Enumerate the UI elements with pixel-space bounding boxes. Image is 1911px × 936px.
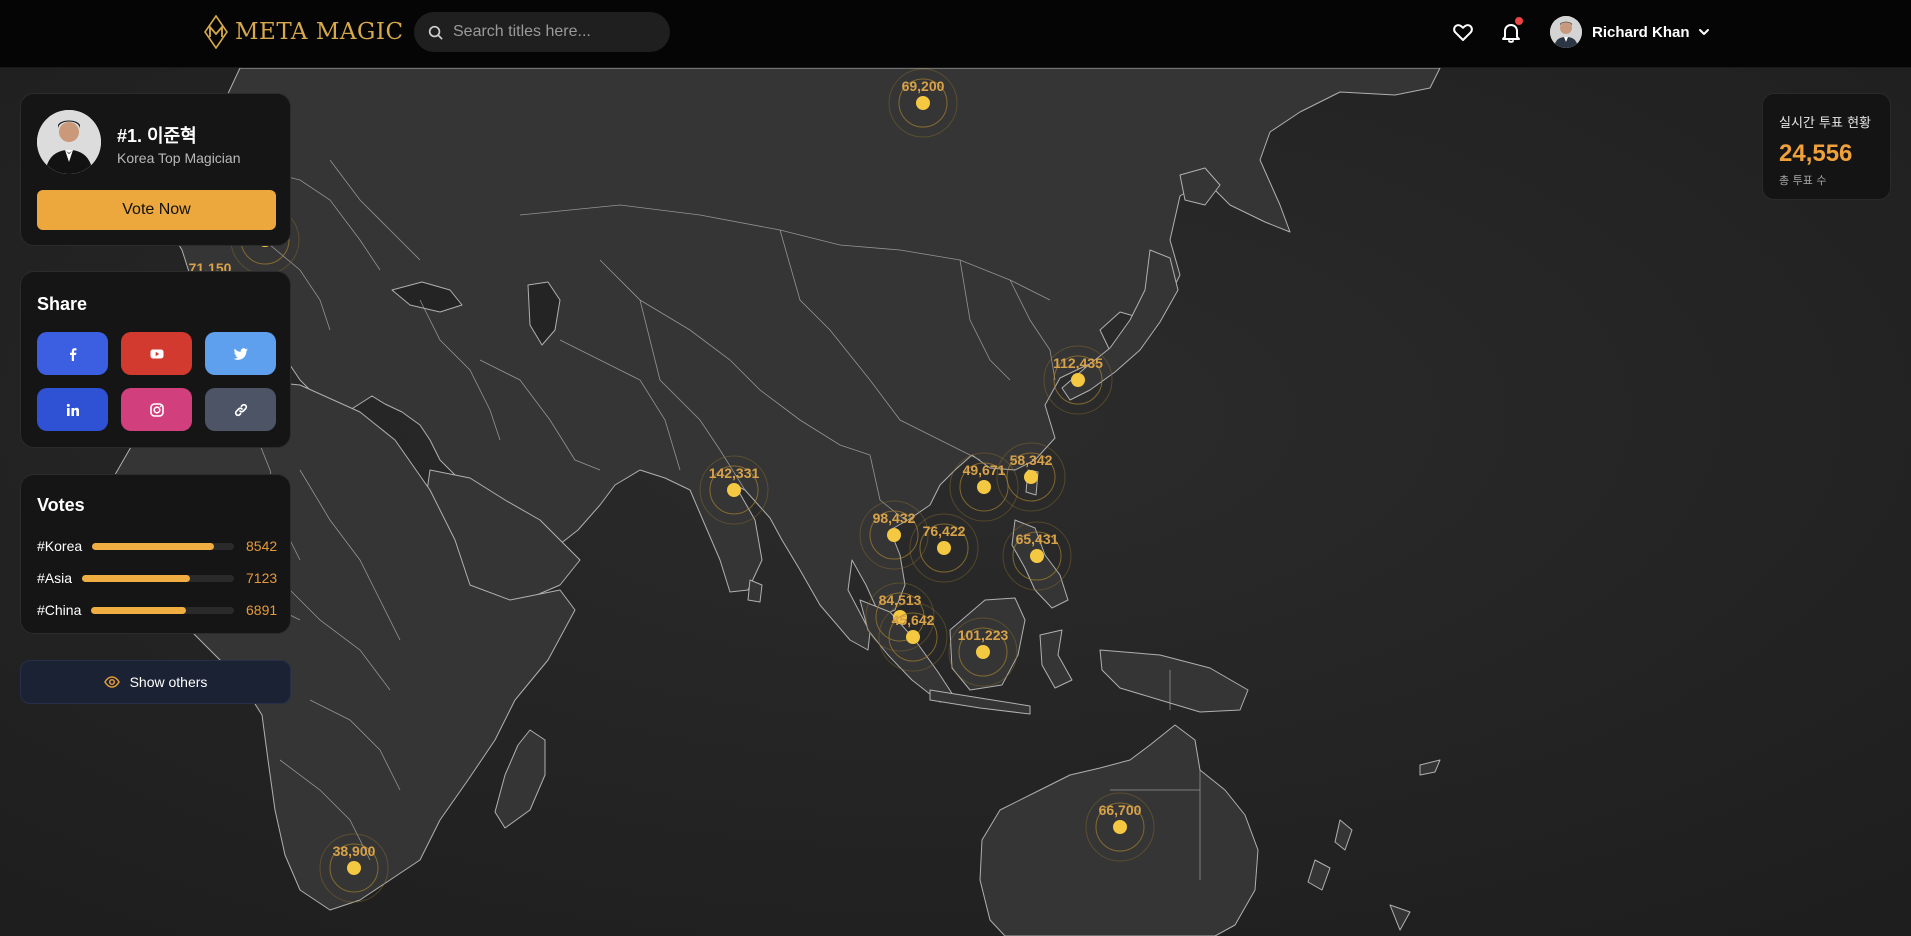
- vote-progress-track: [91, 606, 234, 614]
- marker-taiwan[interactable]: 58,342: [996, 442, 1066, 512]
- vote-tag: #China: [37, 602, 82, 618]
- magician-photo-icon: [37, 110, 101, 174]
- show-others-button[interactable]: Show others: [20, 660, 291, 704]
- eye-icon: [103, 676, 120, 688]
- svg-text:65,431: 65,431: [1016, 531, 1059, 547]
- user-menu[interactable]: Richard Khan: [1550, 14, 1710, 50]
- vote-row-asia: #Asia 7123: [37, 569, 278, 587]
- logo-emblem-icon: [204, 15, 228, 49]
- share-linkedin-button[interactable]: [37, 388, 108, 431]
- vote-row-korea: #Korea 8542: [37, 537, 278, 555]
- total-votes-caption: 총 투표 수: [1779, 174, 1827, 187]
- marker-philippines[interactable]: 65,431: [1002, 521, 1072, 591]
- vote-tag: #Asia: [37, 570, 73, 586]
- notification-badge: [1515, 17, 1523, 25]
- share-card: Share: [20, 271, 291, 448]
- heart-icon: [1453, 24, 1473, 41]
- marker-thailand[interactable]: 98,432: [859, 500, 929, 570]
- vote-progress-track: [92, 542, 234, 550]
- svg-text:66,700: 66,700: [1099, 802, 1142, 818]
- live-vote-status-card: 실시간 투표 현황 24,556 총 투표 수: [1762, 93, 1891, 200]
- marker-mongolia-north[interactable]: 69,200: [888, 68, 958, 138]
- vote-progress-fill: [91, 606, 186, 614]
- svg-text:76,422: 76,422: [923, 523, 966, 539]
- magician-subtitle: Korea Top Magician: [117, 150, 241, 166]
- vote-progress-fill: [82, 574, 190, 582]
- svg-text:58,342: 58,342: [1010, 452, 1053, 468]
- marker-singapore[interactable]: 45,642: [878, 602, 948, 672]
- show-others-label: Show others: [129, 674, 208, 690]
- svg-text:142,331: 142,331: [709, 465, 760, 481]
- total-votes-value: 24,556: [1779, 140, 1853, 167]
- user-name: Richard Khan: [1592, 23, 1690, 41]
- share-youtube-button[interactable]: [121, 332, 192, 375]
- twitter-icon: [233, 347, 248, 360]
- vote-count: 8542: [246, 538, 278, 554]
- magician-card: #1. 이준혁 Korea Top Magician Vote Now: [20, 93, 291, 246]
- top-navbar: META MAGIC Richard Khan: [0, 0, 1911, 68]
- search-bar[interactable]: [414, 12, 670, 52]
- marker-india[interactable]: 142,331: [699, 455, 769, 525]
- instagram-icon: [149, 402, 164, 417]
- share-facebook-button[interactable]: [37, 332, 108, 375]
- copy-link-button[interactable]: [205, 388, 276, 431]
- vote-count: 6891: [246, 602, 278, 618]
- svg-text:69,200: 69,200: [902, 78, 945, 94]
- marker-vietnam-north[interactable]: 49,671: [949, 452, 1019, 522]
- logo-text: META MAGIC: [235, 19, 404, 45]
- marker-borneo[interactable]: 101,223: [948, 617, 1018, 687]
- magician-rank-title: #1. 이준혁: [117, 126, 197, 146]
- vote-progress-fill: [92, 542, 215, 550]
- avatar: [1550, 16, 1582, 48]
- facebook-icon: [69, 347, 76, 361]
- search-input[interactable]: [453, 23, 653, 41]
- vote-now-button[interactable]: Vote Now: [37, 190, 276, 230]
- marker-south-africa[interactable]: 38,900: [319, 833, 389, 903]
- svg-text:45,642: 45,642: [892, 612, 935, 628]
- vote-progress-track: [82, 574, 234, 582]
- live-vote-status-label: 실시간 투표 현황: [1779, 116, 1871, 131]
- votes-title: Votes: [37, 495, 85, 515]
- votes-card: Votes #Korea 8542 #Asia 7123 #China 6891: [20, 474, 291, 634]
- magician-avatar: [37, 110, 101, 174]
- share-title: Share: [37, 294, 88, 314]
- marker-korea[interactable]: 112,435: [1043, 345, 1113, 415]
- chevron-down-icon: [1698, 29, 1709, 35]
- marker-cambodia[interactable]: 76,422: [909, 513, 979, 583]
- svg-text:98,432: 98,432: [873, 510, 916, 526]
- svg-text:112,435: 112,435: [1053, 355, 1103, 371]
- vote-tag: #Korea: [37, 538, 83, 554]
- vote-count: 7123: [246, 570, 278, 586]
- link-icon: [234, 403, 247, 416]
- user-avatar-icon: [1550, 16, 1582, 48]
- search-icon: [428, 25, 443, 39]
- svg-text:38,900: 38,900: [333, 843, 376, 859]
- notifications-button[interactable]: [1499, 17, 1523, 44]
- vote-row-china: #China 6891: [37, 601, 278, 619]
- share-twitter-button[interactable]: [205, 332, 276, 375]
- favorites-button[interactable]: [1451, 20, 1475, 44]
- brand-logo[interactable]: META MAGIC: [203, 14, 404, 50]
- svg-text:101,223: 101,223: [958, 627, 1009, 643]
- youtube-icon: [150, 349, 163, 358]
- linkedin-icon: [66, 403, 79, 416]
- share-instagram-button[interactable]: [121, 388, 192, 431]
- marker-australia[interactable]: 66,700: [1085, 792, 1155, 862]
